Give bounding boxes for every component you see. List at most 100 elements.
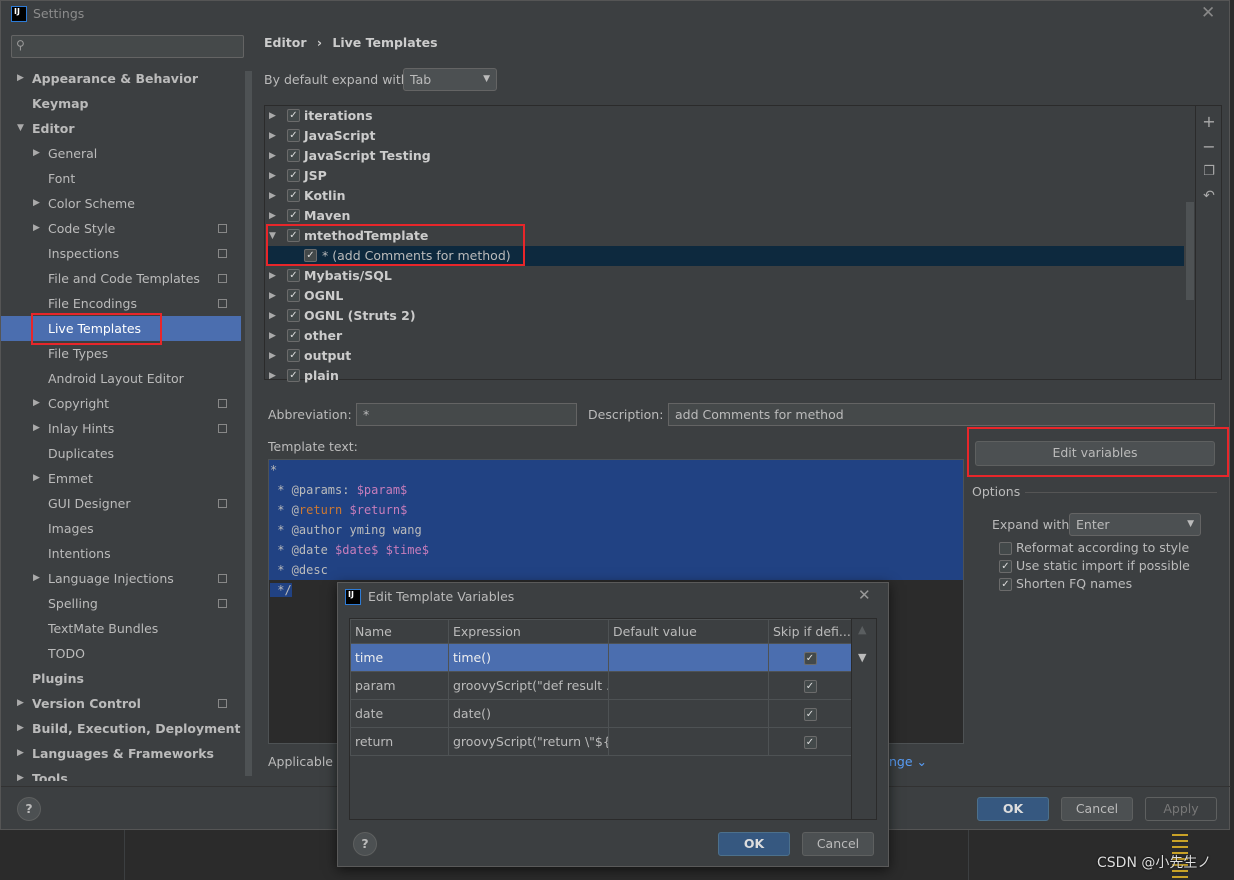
- chevron-right-icon[interactable]: ▶: [33, 191, 40, 216]
- chevron-right-icon[interactable]: ▶: [33, 416, 40, 441]
- variable-name[interactable]: return: [350, 727, 449, 756]
- sidebar-item-editor[interactable]: ▼ Editor: [1, 116, 241, 141]
- option-checkbox-row[interactable]: ✓ Use static import if possible: [999, 558, 1190, 576]
- sidebar-item-inspections[interactable]: Inspections: [1, 241, 241, 266]
- abbreviation-input[interactable]: *: [356, 403, 577, 426]
- column-header[interactable]: Default value: [608, 619, 769, 644]
- column-header[interactable]: Name: [350, 619, 449, 644]
- variable-expression[interactable]: groovyScript("def result ...: [448, 671, 609, 700]
- template-group[interactable]: ▶ ✓ iterations: [265, 106, 1185, 126]
- chevron-down-icon[interactable]: ▼: [17, 116, 24, 141]
- move-down-icon[interactable]: ▼: [858, 651, 866, 664]
- sidebar-item-languages-frameworks[interactable]: ▶ Languages & Frameworks: [1, 741, 241, 766]
- chevron-right-icon[interactable]: ▶: [17, 716, 24, 741]
- sidebar-item-build-execution-deployment[interactable]: ▶ Build, Execution, Deployment: [1, 716, 241, 741]
- ok-button[interactable]: OK: [977, 797, 1049, 821]
- sidebar-item-keymap[interactable]: Keymap: [1, 91, 241, 116]
- variable-default[interactable]: [608, 727, 769, 756]
- sidebar-item-images[interactable]: Images: [1, 516, 241, 541]
- variable-name[interactable]: param: [350, 671, 449, 700]
- option-checkbox-row[interactable]: ✓ Shorten FQ names: [999, 576, 1190, 594]
- skip-cell[interactable]: ✓: [768, 699, 852, 728]
- variable-default[interactable]: [608, 699, 769, 728]
- skip-if-defined-checkbox[interactable]: ✓: [803, 680, 817, 693]
- chevron-right-icon[interactable]: ▶: [269, 306, 276, 326]
- chevron-right-icon[interactable]: ▶: [33, 391, 40, 416]
- sidebar-item-language-injections[interactable]: ▶ Language Injections: [1, 566, 241, 591]
- sidebar-scrollbar[interactable]: [245, 71, 252, 776]
- skip-if-defined-checkbox[interactable]: ✓: [803, 652, 817, 665]
- enabled-checkbox[interactable]: ✓: [287, 169, 300, 182]
- chevron-right-icon[interactable]: ▶: [269, 206, 276, 226]
- template-group[interactable]: ▶ ✓ JavaScript: [265, 126, 1185, 146]
- dialog-cancel-button[interactable]: Cancel: [802, 832, 874, 856]
- undo-icon[interactable]: ↶: [1201, 184, 1217, 209]
- template-group[interactable]: ▶ ✓ OGNL: [265, 286, 1185, 306]
- sidebar-item-tools[interactable]: ▶ Tools: [1, 766, 241, 781]
- chevron-right-icon[interactable]: ▶: [17, 66, 24, 91]
- enabled-checkbox[interactable]: ✓: [287, 289, 300, 302]
- chevron-right-icon[interactable]: ▶: [269, 326, 276, 346]
- move-up-icon[interactable]: ▲: [858, 623, 866, 636]
- sidebar-item-textmate-bundles[interactable]: TextMate Bundles: [1, 616, 241, 641]
- template-group[interactable]: ▶ ✓ JSP: [265, 166, 1185, 186]
- sidebar-item-intentions[interactable]: Intentions: [1, 541, 241, 566]
- variable-name[interactable]: time: [350, 643, 449, 672]
- option-checkbox-row[interactable]: Reformat according to style: [999, 540, 1190, 558]
- chevron-right-icon[interactable]: ▶: [17, 766, 24, 781]
- template-group[interactable]: ▶ ✓ Maven: [265, 206, 1185, 226]
- sidebar-item-file-and-code-templates[interactable]: File and Code Templates: [1, 266, 241, 291]
- apply-button[interactable]: Apply: [1145, 797, 1217, 821]
- chevron-right-icon[interactable]: ▶: [33, 566, 40, 591]
- sidebar-item-code-style[interactable]: ▶ Code Style: [1, 216, 241, 241]
- minus-icon[interactable]: −: [1201, 134, 1217, 159]
- enabled-checkbox[interactable]: ✓: [287, 209, 300, 222]
- variable-name[interactable]: date: [350, 699, 449, 728]
- enabled-checkbox[interactable]: ✓: [287, 109, 300, 122]
- enabled-checkbox[interactable]: ✓: [287, 329, 300, 342]
- column-header[interactable]: Expression: [448, 619, 609, 644]
- expand-with-dropdown[interactable]: Tab ▼: [403, 68, 497, 91]
- sidebar-item-duplicates[interactable]: Duplicates: [1, 441, 241, 466]
- chevron-right-icon[interactable]: ▶: [269, 166, 276, 186]
- enabled-checkbox[interactable]: ✓: [287, 349, 300, 362]
- enabled-checkbox[interactable]: ✓: [287, 129, 300, 142]
- sidebar-item-version-control[interactable]: ▶ Version Control: [1, 691, 241, 716]
- chevron-right-icon[interactable]: ▶: [17, 741, 24, 766]
- enabled-checkbox[interactable]: ✓: [287, 189, 300, 202]
- variable-row[interactable]: param groovyScript("def result ... ✓: [350, 671, 852, 700]
- sidebar-item-copyright[interactable]: ▶ Copyright: [1, 391, 241, 416]
- chevron-right-icon[interactable]: ▶: [269, 366, 276, 386]
- checkbox[interactable]: ✓: [999, 560, 1012, 573]
- enabled-checkbox[interactable]: ✓: [287, 269, 300, 282]
- dialog-ok-button[interactable]: OK: [718, 832, 790, 856]
- change-link[interactable]: nge ⌄: [889, 754, 927, 769]
- skip-cell[interactable]: ✓: [768, 643, 852, 672]
- chevron-right-icon[interactable]: ▶: [269, 346, 276, 366]
- chevron-right-icon[interactable]: ▶: [33, 141, 40, 166]
- chevron-right-icon[interactable]: ▶: [269, 286, 276, 306]
- checkbox[interactable]: [999, 542, 1012, 555]
- chevron-right-icon[interactable]: ▶: [269, 266, 276, 286]
- skip-cell[interactable]: ✓: [768, 671, 852, 700]
- variable-expression[interactable]: groovyScript("return \"${...: [448, 727, 609, 756]
- plus-icon[interactable]: +: [1201, 109, 1217, 134]
- chevron-right-icon[interactable]: ▶: [269, 186, 276, 206]
- copy-icon[interactable]: ❐: [1201, 159, 1217, 184]
- chevron-right-icon[interactable]: ▶: [269, 106, 276, 126]
- sidebar-item-color-scheme[interactable]: ▶ Color Scheme: [1, 191, 241, 216]
- template-group[interactable]: ▶ ✓ OGNL (Struts 2): [265, 306, 1185, 326]
- sidebar-item-inlay-hints[interactable]: ▶ Inlay Hints: [1, 416, 241, 441]
- chevron-right-icon[interactable]: ▶: [269, 146, 276, 166]
- tree-scrollbar[interactable]: [1186, 202, 1194, 300]
- sidebar-item-android-layout-editor[interactable]: Android Layout Editor: [1, 366, 241, 391]
- breadcrumb-parent[interactable]: Editor: [264, 35, 307, 50]
- variable-row[interactable]: return groovyScript("return \"${... ✓: [350, 727, 852, 756]
- enabled-checkbox[interactable]: ✓: [287, 149, 300, 162]
- chevron-right-icon[interactable]: ▶: [17, 691, 24, 716]
- skip-if-defined-checkbox[interactable]: ✓: [803, 708, 817, 721]
- chevron-right-icon[interactable]: ▶: [269, 126, 276, 146]
- sidebar-item-general[interactable]: ▶ General: [1, 141, 241, 166]
- sidebar-item-emmet[interactable]: ▶ Emmet: [1, 466, 241, 491]
- variable-expression[interactable]: time(): [448, 643, 609, 672]
